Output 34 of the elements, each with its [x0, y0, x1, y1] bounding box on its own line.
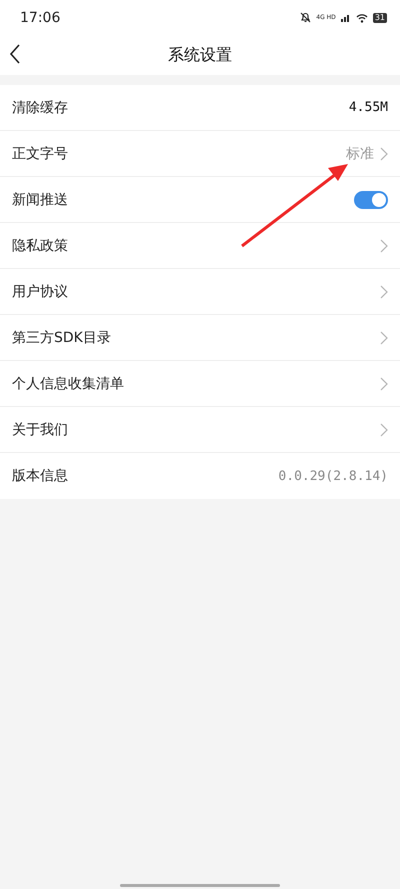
- settings-row[interactable]: 用户协议: [0, 269, 400, 315]
- row-label: 新闻推送: [12, 190, 69, 208]
- settings-row[interactable]: 版本信息 0.0.29(2.8.14): [0, 453, 400, 499]
- row-label: 版本信息: [12, 467, 69, 485]
- settings-row[interactable]: 清除缓存 4.55M: [0, 85, 400, 131]
- font-size-value: 标准: [346, 144, 374, 162]
- chevron-icon: [380, 146, 388, 160]
- back-button[interactable]: [8, 44, 22, 66]
- cache-size: 4.55M: [348, 100, 388, 115]
- row-label: 第三方SDK目录: [12, 328, 112, 346]
- settings-row[interactable]: 个人信息收集清单: [0, 361, 400, 407]
- settings-row[interactable]: 关于我们: [0, 407, 400, 453]
- settings-row[interactable]: 隐私政策: [0, 223, 400, 269]
- settings-row[interactable]: 第三方SDK目录: [0, 315, 400, 361]
- toggle-switch[interactable]: [354, 190, 388, 208]
- status-time: 17:06: [20, 10, 60, 26]
- row-label: 隐私政策: [12, 236, 69, 254]
- row-label: 清除缓存: [12, 98, 69, 116]
- chevron-icon: [380, 376, 388, 390]
- settings-row[interactable]: 新闻推送: [0, 177, 400, 223]
- wifi-icon: [356, 12, 368, 22]
- row-label: 正文字号: [12, 144, 69, 162]
- chevron-icon: [380, 330, 388, 344]
- chevron-icon: [380, 422, 388, 436]
- row-label: 个人信息收集清单: [12, 374, 125, 392]
- version-number: 0.0.29(2.8.14): [278, 468, 388, 484]
- row-label: 关于我们: [12, 420, 69, 438]
- mute-icon: [300, 12, 312, 23]
- page-title: 系统设置: [168, 44, 232, 66]
- battery-level: 31: [372, 12, 387, 22]
- signal-icon: [340, 13, 351, 22]
- chevron-icon: [380, 284, 388, 298]
- row-label: 用户协议: [12, 282, 69, 300]
- chevron-icon: [380, 238, 388, 252]
